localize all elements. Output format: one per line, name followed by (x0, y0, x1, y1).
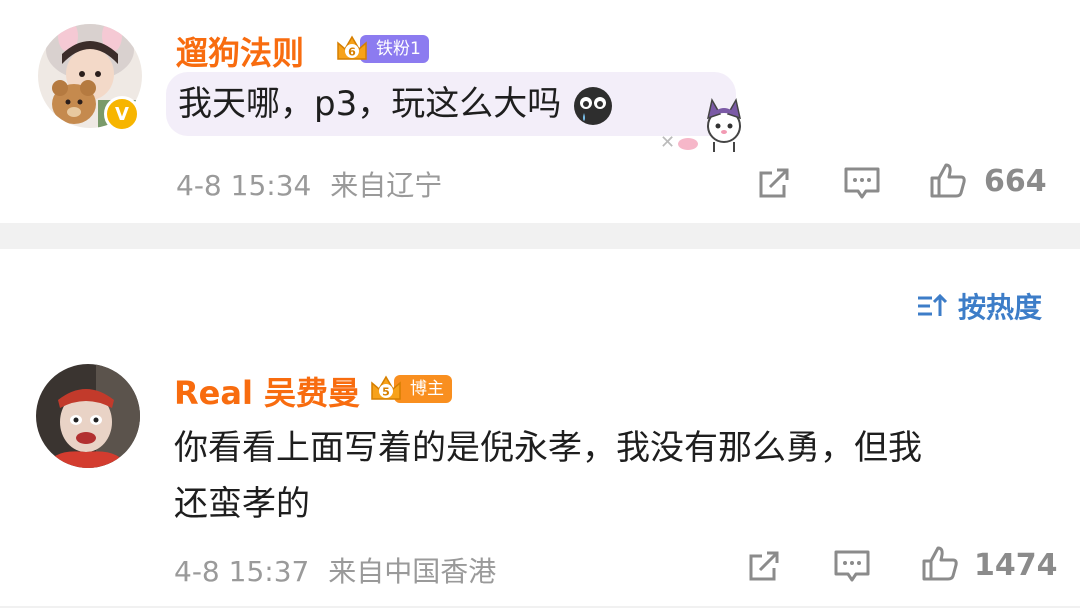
like-count: 1474 (974, 548, 1058, 583)
crown-icon: 6 (337, 35, 367, 60)
cry-face-icon (574, 86, 613, 125)
comment-location: 来自中国香港 (328, 555, 497, 588)
comment-item-2: Real 吴费曼 5 博主 你看看上面写着的是倪永孝，我没有那么勇，但我 还蛮孝… (0, 340, 1080, 608)
comment-text-content: 我天哪，p3，玩这么大吗 (178, 84, 562, 124)
share-icon[interactable] (754, 163, 794, 203)
comment-time: 4-8 15:37 (174, 555, 310, 588)
share-icon[interactable] (744, 546, 784, 586)
username[interactable]: Real 吴费曼 (174, 368, 360, 414)
svg-text:✕: ✕ (660, 132, 675, 153)
comment-icon[interactable] (842, 163, 882, 203)
comment-location: 来自辽宁 (330, 169, 443, 202)
comment-text: 我天哪，p3，玩这么大吗 (178, 76, 614, 132)
username[interactable]: 遛狗法则 (176, 28, 304, 74)
comment-meta: 4-8 15:37 来自中国香港 (174, 550, 496, 590)
crown-icon: 5 (371, 375, 401, 400)
comment-text-line: 你看看上面写着的是倪永孝，我没有那么勇，但我 (174, 428, 922, 468)
fan-badge[interactable]: 6 铁粉1 (332, 34, 429, 64)
comment-time: 4-8 15:34 (176, 169, 312, 202)
verified-badge: V (104, 96, 140, 132)
sort-icon (917, 293, 948, 316)
comment-icon[interactable] (832, 546, 872, 586)
comment-text-line: 还蛮孝的 (174, 484, 310, 524)
comment-item-1: V 遛狗法则 6 铁粉1 我天哪，p3，玩这么大吗 ✕ 4-8 15:34 来自… (0, 0, 1080, 223)
like-icon[interactable] (920, 544, 960, 584)
fan-level: 5 (382, 386, 390, 399)
section-divider (0, 223, 1080, 249)
verified-mark: V (115, 103, 129, 125)
sort-toggle[interactable]: 按热度 (916, 286, 1042, 326)
fan-level: 6 (348, 46, 356, 59)
comment-meta: 4-8 15:34 来自辽宁 (176, 164, 442, 204)
like-count: 664 (984, 164, 1047, 199)
sort-label: 按热度 (957, 291, 1042, 324)
user-avatar[interactable] (36, 364, 140, 468)
comment-text: 你看看上面写着的是倪永孝，我没有那么勇，但我 还蛮孝的 (174, 420, 922, 532)
kuromi-sticker: ✕ (660, 97, 742, 153)
like-icon[interactable] (928, 161, 968, 201)
fan-badge[interactable]: 5 博主 (366, 374, 452, 404)
